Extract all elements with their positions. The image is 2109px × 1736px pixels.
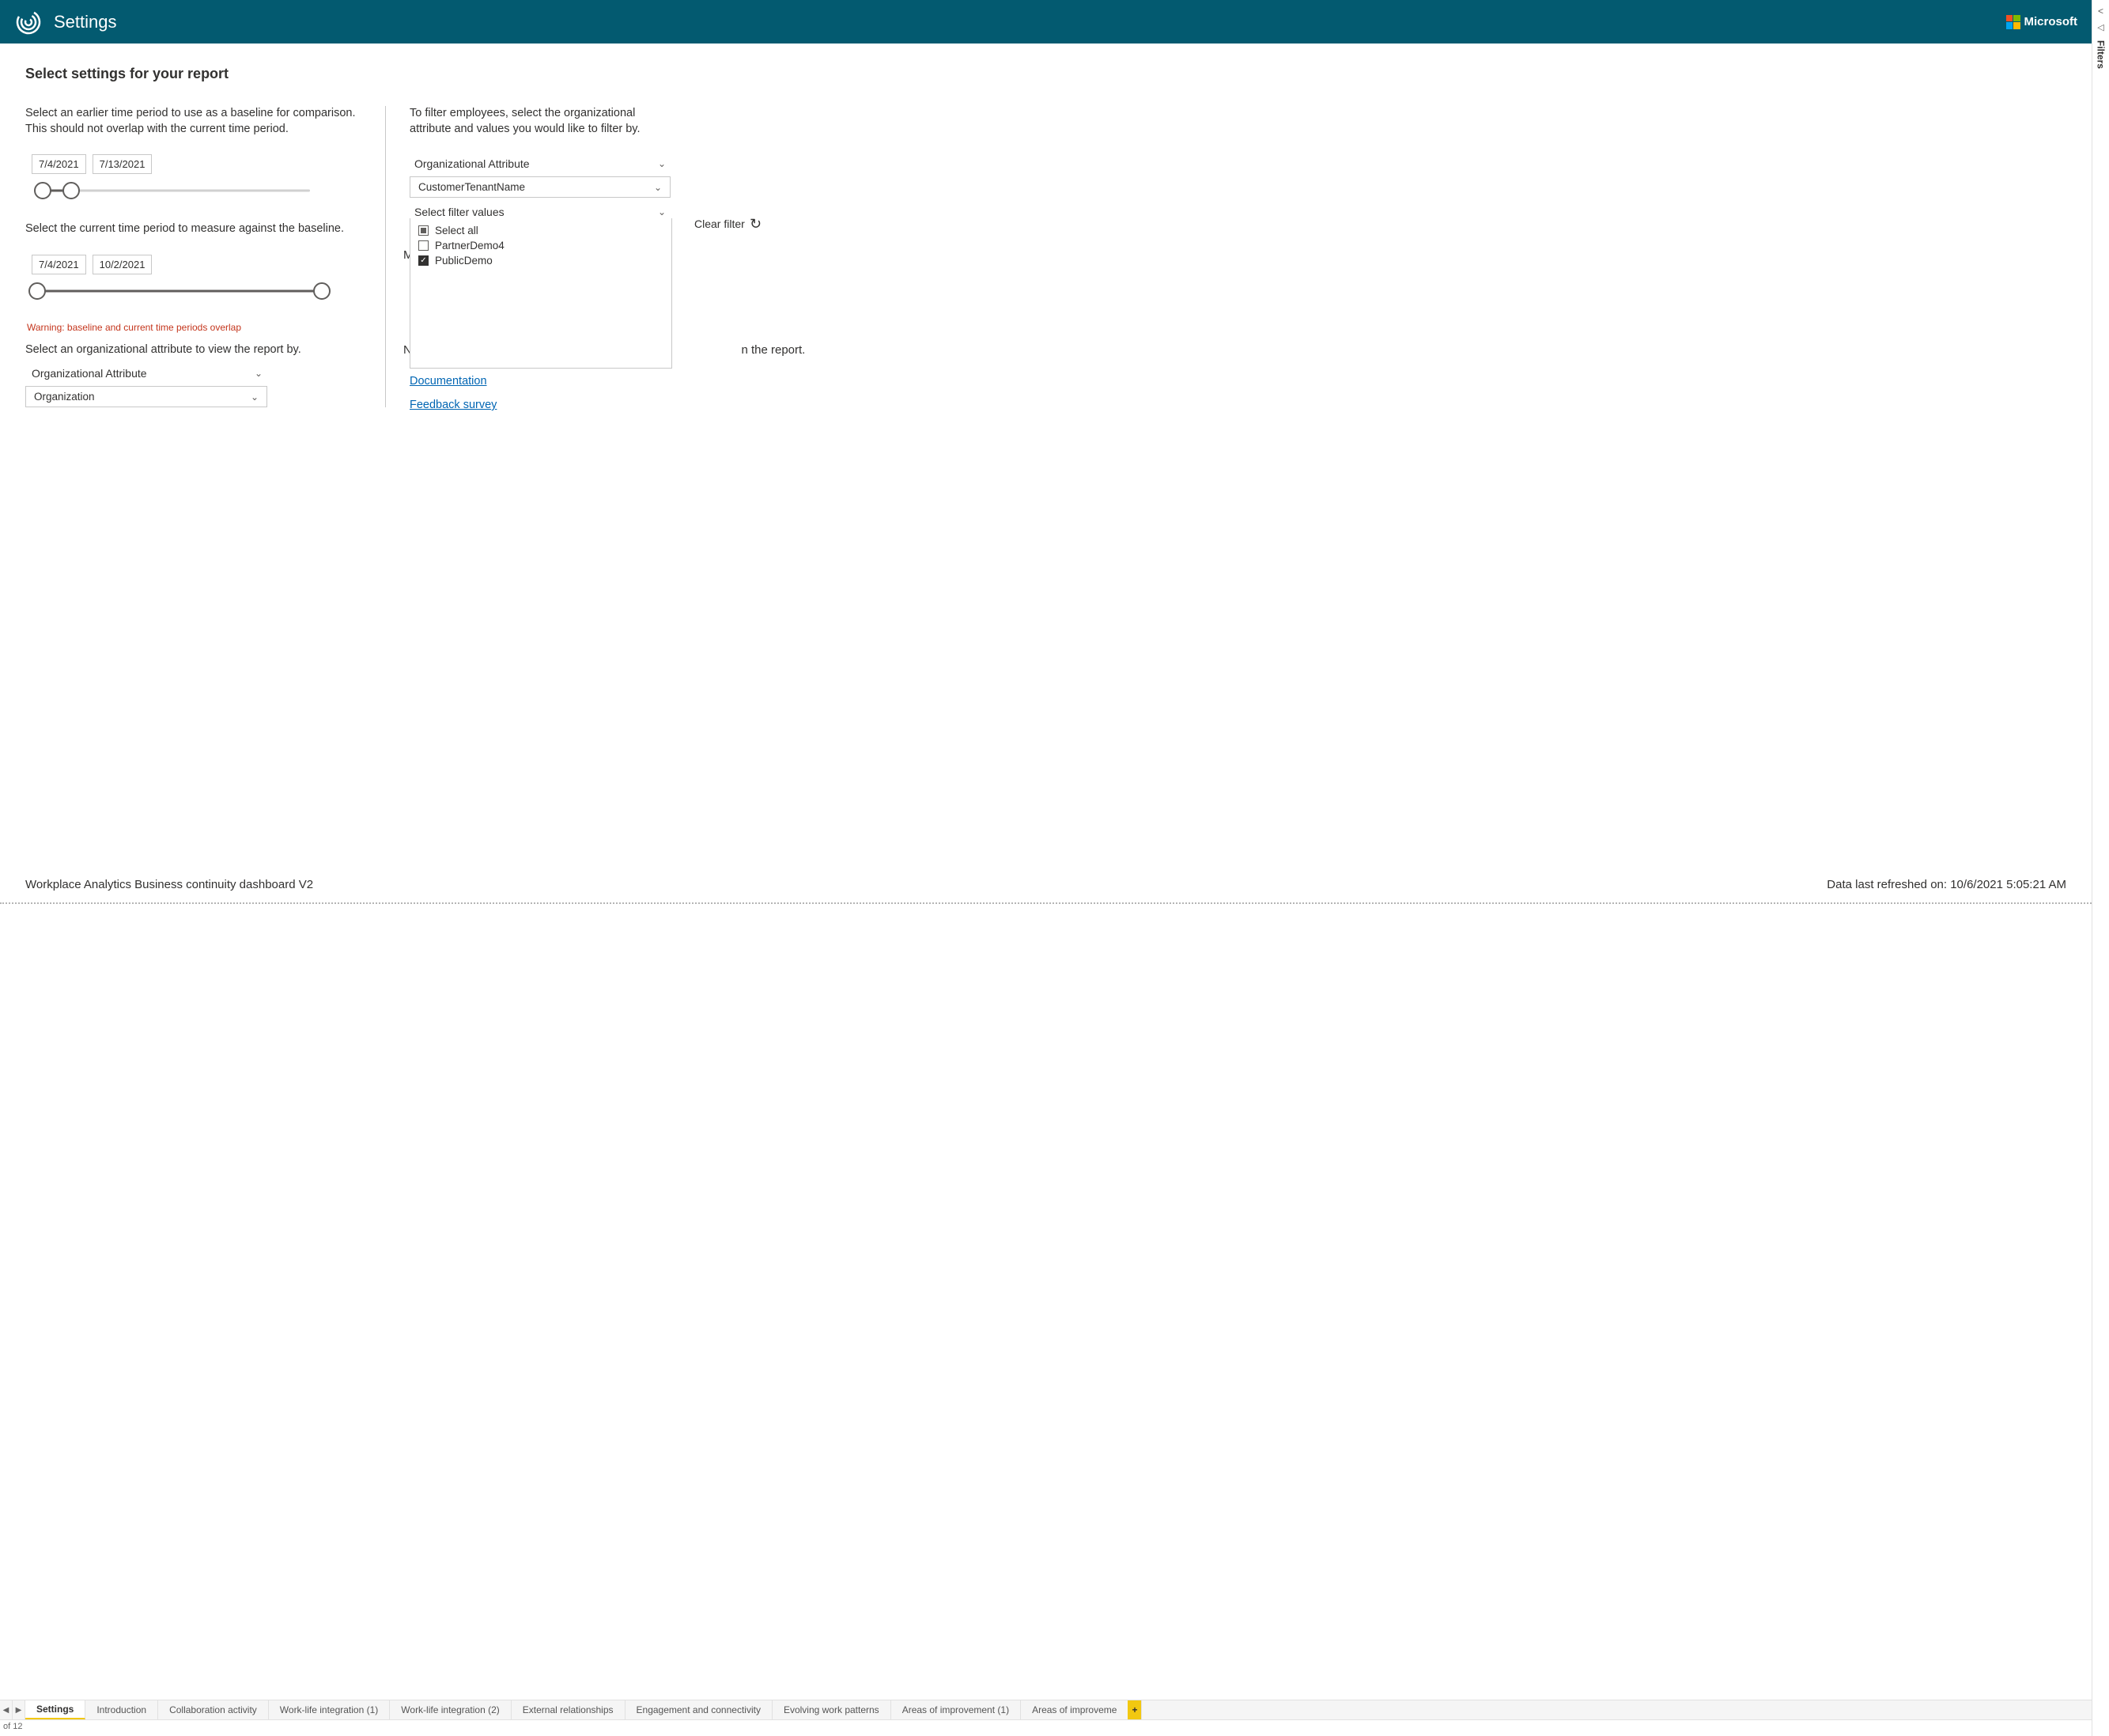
page-count-label: of 12: [0, 1720, 2092, 1736]
baseline-date-slider[interactable]: [32, 179, 316, 202]
chevron-down-icon: ⌄: [658, 159, 666, 168]
option-publicdemo[interactable]: ✓ PublicDemo: [418, 253, 663, 268]
current-date-slider[interactable]: [32, 279, 327, 303]
clear-filter-button[interactable]: Clear filter ↺: [694, 217, 762, 231]
app-logo-icon: [14, 8, 43, 36]
select-filter-label: Select filter values: [414, 206, 505, 218]
filter-values-listbox[interactable]: Select all PartnerDemo4 ✓ PublicDemo: [410, 218, 672, 369]
tab-areas-improvement-1[interactable]: Areas of improvement (1): [891, 1700, 1021, 1719]
documentation-link[interactable]: Documentation: [410, 375, 497, 388]
filter-org-attr-dropdown[interactable]: CustomerTenantName ⌄: [410, 176, 671, 198]
tab-engagement[interactable]: Engagement and connectivity: [626, 1700, 773, 1719]
baseline-start-date[interactable]: 7/4/2021: [32, 154, 86, 174]
filters-pane-label[interactable]: Filters: [2096, 40, 2107, 69]
microsoft-icon: [2006, 15, 2020, 29]
tabs-scroll-right-button[interactable]: ▶: [13, 1700, 25, 1719]
org-attr-label: Organizational Attribute: [32, 367, 147, 380]
data-refreshed-text: Data last refreshed on: 10/6/2021 5:05:2…: [1827, 878, 2066, 891]
slider-handle-start[interactable]: [34, 182, 51, 199]
section-title: Select settings for your report: [25, 66, 2066, 82]
tab-settings[interactable]: Settings: [25, 1700, 85, 1719]
current-start-date[interactable]: 7/4/2021: [32, 255, 86, 274]
dashboard-name: Workplace Analytics Business continuity …: [25, 878, 313, 891]
chevron-down-icon: ⌄: [251, 392, 259, 402]
clear-filter-label: Clear filter: [694, 217, 745, 230]
tab-areas-improvement-2[interactable]: Areas of improveme: [1021, 1700, 1128, 1719]
baseline-end-date[interactable]: 7/13/2021: [93, 154, 153, 174]
slider-handle-end[interactable]: [62, 182, 80, 199]
org-attr-dropdown[interactable]: Organization ⌄: [25, 386, 267, 407]
filter-org-attr-label: Organizational Attribute: [414, 157, 530, 170]
add-page-button[interactable]: +: [1128, 1700, 1142, 1719]
tab-introduction[interactable]: Introduction: [85, 1700, 158, 1719]
feedback-link[interactable]: Feedback survey: [410, 399, 497, 411]
microsoft-logo: Microsoft: [2006, 15, 2078, 29]
org-attr-intro-text: Select an organizational attribute to vi…: [25, 342, 361, 358]
checkbox-unchecked-icon: [418, 240, 429, 251]
option-select-all[interactable]: Select all: [418, 223, 663, 238]
slider-handle-end[interactable]: [313, 282, 331, 300]
tab-work-life-1[interactable]: Work-life integration (1): [269, 1700, 391, 1719]
slider-handle-start[interactable]: [28, 282, 46, 300]
tab-collaboration-activity[interactable]: Collaboration activity: [158, 1700, 269, 1719]
undo-icon: ↺: [750, 217, 762, 231]
chevron-down-icon[interactable]: ⌄: [255, 369, 263, 378]
option-label: PublicDemo: [435, 255, 493, 267]
page-tabs: ◀ ▶ Settings Introduction Collaboration …: [0, 1700, 2092, 1720]
checkbox-checked-icon: ✓: [418, 255, 429, 266]
chevron-down-icon: ⌄: [658, 207, 666, 217]
filter-intro-text: To filter employees, select the organiza…: [410, 106, 655, 137]
tab-work-life-2[interactable]: Work-life integration (2): [390, 1700, 512, 1719]
tabs-scroll-left-button[interactable]: ◀: [0, 1700, 13, 1719]
checkbox-indeterminate-icon: [418, 225, 429, 236]
option-label: Select all: [435, 225, 478, 236]
option-partnerdemo4[interactable]: PartnerDemo4: [418, 238, 663, 253]
tab-external-relationships[interactable]: External relationships: [512, 1700, 626, 1719]
current-end-date[interactable]: 10/2/2021: [93, 255, 153, 274]
page-title: Settings: [54, 12, 117, 32]
option-label: PartnerDemo4: [435, 240, 505, 252]
chevron-down-icon: ⌄: [654, 183, 662, 192]
filter-org-attr-value: CustomerTenantName: [418, 181, 525, 193]
baseline-intro-text: Select an earlier time period to use as …: [25, 106, 361, 137]
app-header: Settings Microsoft: [0, 0, 2092, 43]
current-intro-text: Select the current time period to measur…: [25, 221, 361, 237]
expand-filters-icon[interactable]: ◁: [2097, 24, 2103, 32]
filter-org-attr-header[interactable]: Organizational Attribute ⌄: [410, 154, 671, 176]
microsoft-label: Microsoft: [2024, 15, 2078, 28]
chevron-left-icon[interactable]: <: [2098, 6, 2103, 16]
tab-evolving-work[interactable]: Evolving work patterns: [773, 1700, 891, 1719]
overlap-warning-text: Warning: baseline and current time perio…: [27, 322, 361, 333]
filters-pane-collapsed[interactable]: < ◁ Filters: [2092, 0, 2109, 1736]
org-attr-value: Organization: [34, 391, 95, 403]
